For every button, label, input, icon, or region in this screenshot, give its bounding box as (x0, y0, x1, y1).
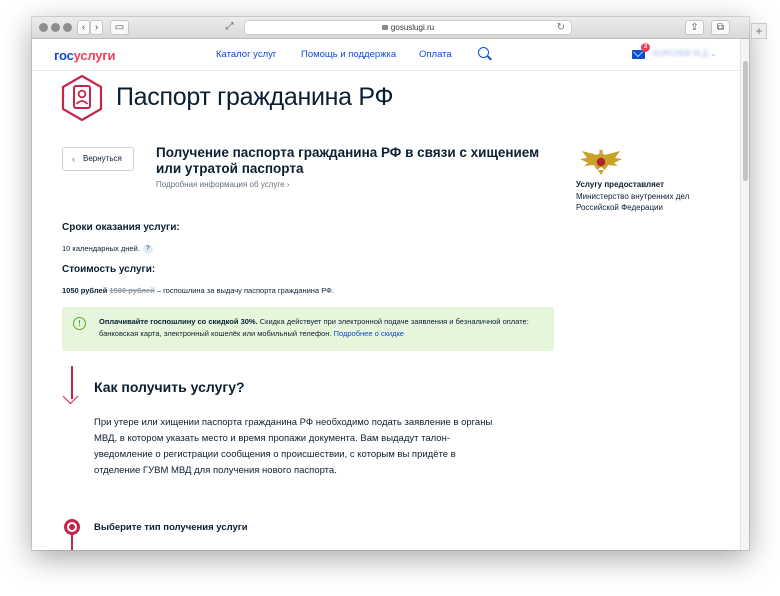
forward-nav-button[interactable]: › (90, 20, 103, 35)
discount-details-link[interactable]: Подробнее о скидке (334, 329, 404, 338)
mvd-emblem-icon (580, 150, 622, 175)
passport-icon (61, 75, 103, 121)
url-text: gosuslugi.ru (390, 23, 435, 32)
mail-count-badge: 3 (641, 43, 650, 52)
close-window-icon[interactable] (39, 23, 48, 32)
how-to-text: При утере или хищении паспорта гражданин… (94, 417, 493, 476)
step-marker-icon (64, 519, 80, 535)
search-icon[interactable] (478, 47, 489, 58)
cost-row: 1050 рублей 1500 рублей – госпошлина за … (62, 286, 334, 295)
terms-title: Сроки оказания услуги: (62, 222, 180, 233)
logo-part-gos: гос (54, 48, 74, 63)
cost-title: Стоимость услуги: (62, 264, 156, 275)
chevron-down-icon[interactable]: ⌄ (710, 49, 717, 58)
price: 1050 рублей (62, 286, 108, 295)
arrow-head-icon (62, 388, 79, 405)
old-price: 1500 рублей (109, 286, 155, 295)
info-icon: ! (73, 317, 86, 330)
browser-toolbar: ‹ › ▭ ⤢ gosuslugi.ru ↻ ⇪ ⧉ (32, 17, 749, 39)
reload-icon[interactable]: ↻ (557, 21, 565, 34)
discount-notice: ! Оплачивайте госпошлину со скидкой 30%.… (62, 307, 554, 351)
chevron-right-icon: › (286, 180, 290, 189)
details-link-label: Подробная информация об услуге (156, 180, 285, 189)
logo-part-uslugi: услуги (73, 48, 116, 63)
nav-help-link[interactable]: Помощь и поддержка (301, 49, 396, 60)
nav-payment-link[interactable]: Оплата (419, 49, 452, 60)
back-button[interactable]: ‹ Вернуться (62, 147, 134, 171)
how-to-title: Как получить услугу? (94, 379, 245, 395)
browser-window: ‹ › ▭ ⤢ gosuslugi.ru ↻ ⇪ ⧉ госуслуги Кат… (32, 17, 749, 550)
step-title: Выберите тип получения услуги (94, 522, 248, 533)
sidebar-toggle-button[interactable]: ▭ (110, 20, 129, 35)
back-button-label: Вернуться (83, 154, 122, 163)
terms-value-row: 10 календарных дней.? (62, 244, 153, 255)
reader-icon[interactable]: ⤢ (222, 20, 237, 35)
service-details-link[interactable]: Подробная информация об услуге › (156, 180, 289, 189)
chevron-left-icon: ‹ (72, 154, 75, 164)
provider-name: Министерство внутренних дел Российской Ф… (576, 192, 690, 212)
site-header: госуслуги Каталог услуг Помощь и поддерж… (32, 39, 740, 71)
gosuslugi-logo[interactable]: госуслуги (54, 48, 116, 63)
new-tab-button[interactable]: + (751, 23, 767, 39)
service-title: Получение паспорта гражданина РФ в связи… (156, 145, 540, 176)
address-bar[interactable]: gosuslugi.ru ↻ (244, 20, 572, 35)
terms-value: 10 календарных дней. (62, 244, 140, 253)
notice-bold: Оплачивайте госпошлину со скидкой 30%. (99, 317, 258, 326)
step-connector (71, 535, 73, 550)
page-title: Паспорт гражданина РФ (116, 83, 394, 111)
user-name[interactable]: КОРОЛЕВ М.Д. (653, 49, 713, 59)
nav-catalog-link[interactable]: Каталог услуг (216, 49, 276, 60)
minimize-window-icon[interactable] (51, 23, 60, 32)
scrollbar[interactable] (740, 39, 749, 550)
price-description: – госпошлина за выдачу паспорта граждани… (156, 286, 334, 295)
back-nav-button[interactable]: ‹ (77, 20, 90, 35)
notice-text: Оплачивайте госпошлину со скидкой 30%. С… (99, 316, 539, 340)
help-icon[interactable]: ? (142, 244, 153, 255)
share-button[interactable]: ⇪ (685, 20, 704, 35)
lock-icon (381, 25, 388, 30)
provider-label: Услугу предоставляет (576, 180, 665, 189)
scrollbar-thumb[interactable] (743, 61, 748, 181)
zoom-window-icon[interactable] (63, 23, 72, 32)
tabs-overview-button[interactable]: ⧉ (711, 20, 730, 35)
